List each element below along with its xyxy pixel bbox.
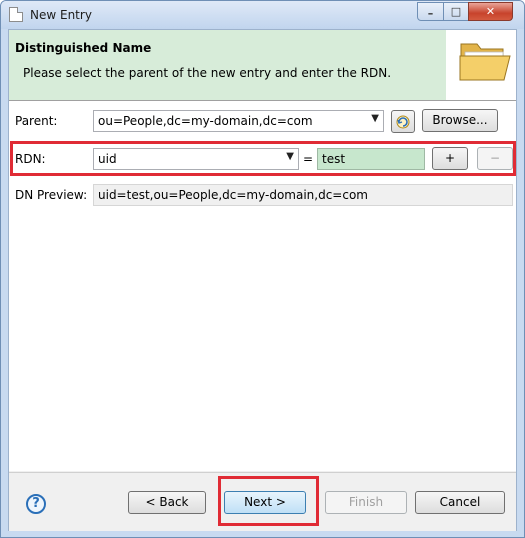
- minimize-icon: –: [427, 7, 434, 20]
- parent-label: Parent:: [15, 114, 58, 128]
- header-description: Please select the parent of the new entr…: [23, 66, 392, 80]
- new-entry-window: New Entry – □ ✕ Distinguished Name Pleas…: [0, 0, 525, 538]
- parent-value: ou=People,dc=my-domain,dc=com: [98, 114, 313, 128]
- refresh-history-icon: [396, 115, 410, 129]
- form-area: Parent: ou=People,dc=my-domain,dc=com ▼ …: [9, 101, 516, 471]
- wizard-header: Distinguished Name Please select the par…: [9, 30, 516, 101]
- parent-history-button[interactable]: [391, 110, 415, 133]
- window-title: New Entry: [30, 8, 92, 22]
- browse-button[interactable]: Browse...: [422, 109, 498, 132]
- title-bar[interactable]: New Entry – □ ✕: [1, 1, 524, 29]
- cancel-button[interactable]: Cancel: [415, 491, 505, 514]
- minimize-button[interactable]: –: [417, 2, 444, 21]
- rdn-highlight-box: [10, 141, 516, 176]
- finish-button[interactable]: Finish: [325, 491, 407, 514]
- maximize-button[interactable]: □: [443, 2, 469, 21]
- dn-preview-field: uid=test,ou=People,dc=my-domain,dc=com: [93, 184, 513, 206]
- chevron-down-icon[interactable]: ▼: [371, 113, 379, 124]
- header-title: Distinguished Name: [15, 41, 152, 55]
- parent-combo[interactable]: ou=People,dc=my-domain,dc=com ▼: [93, 110, 384, 132]
- help-icon[interactable]: ?: [26, 494, 46, 514]
- dn-preview-label: DN Preview:: [15, 188, 88, 202]
- maximize-icon: □: [450, 5, 462, 18]
- next-highlight-box: [218, 476, 319, 526]
- folder-icon: [459, 43, 511, 81]
- close-icon: ✕: [485, 5, 496, 18]
- button-bar: ? < Back Next > Finish Cancel: [9, 472, 516, 531]
- dialog-body: Distinguished Name Please select the par…: [8, 29, 517, 531]
- back-button[interactable]: < Back: [128, 491, 206, 514]
- app-icon: [9, 7, 23, 22]
- close-button[interactable]: ✕: [468, 2, 513, 21]
- dn-preview-value: uid=test,ou=People,dc=my-domain,dc=com: [98, 188, 368, 202]
